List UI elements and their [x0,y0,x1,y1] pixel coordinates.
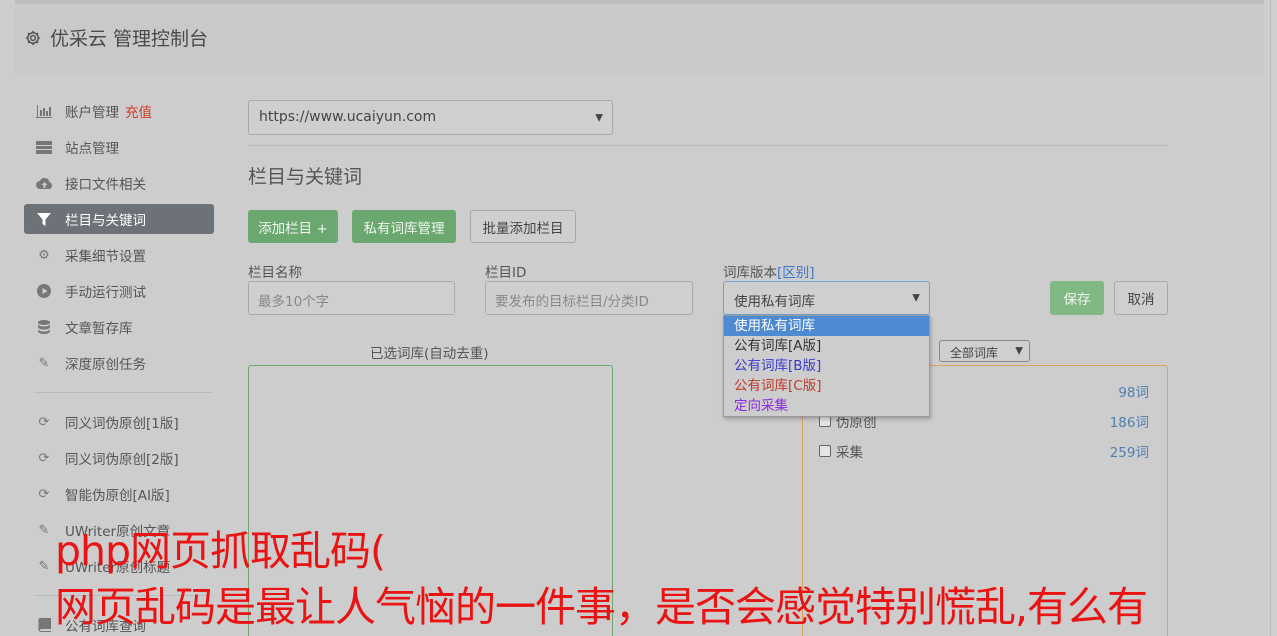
lib-count: 259词 [1109,445,1149,461]
database-icon [35,320,53,334]
difference-link[interactable]: [区别] [777,265,815,281]
sidebar-item-label: 智能伪原创[AI版] [65,488,170,504]
sidebar-item-manual-run[interactable]: 手动运行测试 [24,276,214,306]
lib-count: 186词 [1109,415,1149,431]
lib-version-value: 使用私有词库 [734,294,815,310]
checkbox[interactable] [819,445,831,457]
sidebar-item-label: 深度原创任务 [65,357,146,373]
play-circle-icon [35,284,53,298]
sidebar-item-columns-keywords[interactable]: 栏目与关键词 [24,204,214,234]
sidebar-item-interface-files[interactable]: 接口文件相关 [24,168,214,198]
lib-version-text: 词库版本 [723,265,777,281]
refresh-icon: ⟳ [38,486,50,502]
lib-version-dropdown: 使用私有词库 公有词库[A版] 公有词库[B版] 公有词库[C版] 定向采集 [723,315,930,417]
recharge-link[interactable]: 充值 [125,101,152,121]
sidebar-item-label: 接口文件相关 [65,177,146,193]
lib-name: 采集 [836,445,863,461]
site-select[interactable]: https://www.ucaiyun.com ▼ [248,100,613,135]
sidebar-item-collect-settings[interactable]: ⚙ 采集细节设置 [24,240,214,270]
sidebar-item-label: 账户管理 [65,105,119,121]
lib-count: 98词 [1118,385,1149,401]
brand: 优采云 管理控制台 [24,24,208,51]
top-header: 优采云 管理控制台 [15,0,1264,75]
add-column-button[interactable]: 添加栏目 + [248,210,338,243]
bar-chart-icon [35,104,53,118]
list-item[interactable]: 采集 259词 [819,440,1149,462]
dropdown-option[interactable]: 使用私有词库 [724,316,929,336]
sidebar-item-label: 同义词伪原创[2版] [65,452,179,468]
selected-lib-label: 已选词库(自动去重) [370,346,489,362]
sidebar-item-article-storage[interactable]: 文章暂存库 [24,312,214,342]
sidebar-item-account[interactable]: 账户管理 充值 [24,96,214,126]
sidebar-item-sites[interactable]: 站点管理 [24,132,214,162]
column-name-label: 栏目名称 [248,265,302,281]
dropdown-option[interactable]: 定向采集 [724,396,929,416]
gear-icon [25,30,41,45]
refresh-icon: ⟳ [38,414,50,430]
column-id-label: 栏目ID [485,265,527,281]
divider [248,145,1168,146]
scrollbar[interactable] [1270,0,1277,636]
refresh-icon: ⟳ [38,450,50,466]
overlay-caption-line1: php网页抓取乱码( [55,527,386,575]
lib-filter-select[interactable]: 全部词库 ▼ [939,340,1030,362]
sidebar-item-synonym-v2[interactable]: ⟳ 同义词伪原创[2版] [24,443,214,473]
sidebar-item-label: 站点管理 [65,141,119,157]
cogs-icon: ⚙ [38,247,50,263]
lib-filter-value: 全部词库 [950,346,999,360]
site-select-value: https://www.ucaiyun.com [259,109,437,125]
sidebar-item-label: 同义词伪原创[1版] [65,416,179,432]
sidebar-divider [34,392,212,393]
overlay-caption-line2: 网页乱码是最让人气恼的一件事，是否会感觉特别慌乱,有么有 [55,583,1148,631]
cancel-button[interactable]: 取消 [1114,281,1168,315]
sidebar-item-synonym-v1[interactable]: ⟳ 同义词伪原创[1版] [24,407,214,437]
sidebar-item-ai-rewrite[interactable]: ⟳ 智能伪原创[AI版] [24,479,214,509]
book-icon [35,618,53,632]
sidebar-item-label: 采集细节设置 [65,249,146,265]
cloud-upload-icon [35,176,53,190]
dropdown-option[interactable]: 公有词库[B版] [724,356,929,376]
sidebar-item-deep-original[interactable]: ✎ 深度原创任务 [24,348,214,378]
save-button[interactable]: 保存 [1050,281,1104,315]
column-id-input[interactable]: 要发布的目标栏目/分类ID [485,281,693,315]
column-name-input[interactable]: 最多10个字 [248,281,455,315]
dropdown-option[interactable]: 公有词库[A版] [724,336,929,356]
server-icon [35,140,53,154]
private-lib-button[interactable]: 私有词库管理 [352,210,456,243]
lib-version-label: 词库版本[区别] [723,261,815,281]
sidebar-item-label: 手动运行测试 [65,285,146,301]
chevron-down-icon: ▼ [1015,345,1023,357]
dropdown-option[interactable]: 公有词库[C版] [724,376,929,396]
filter-icon [35,212,53,226]
edit-icon: ✎ [38,522,50,538]
sidebar-item-label: 文章暂存库 [65,321,133,337]
chevron-down-icon: ▼ [912,292,920,304]
lib-version-select[interactable]: 使用私有词库 ▼ [723,281,930,315]
app-title: 优采云 管理控制台 [50,28,209,50]
batch-add-button[interactable]: 批量添加栏目 [470,210,576,243]
page-title: 栏目与关键词 [248,166,363,188]
chevron-down-icon: ▼ [595,112,603,123]
edit-icon: ✎ [38,355,50,371]
sidebar-item-label: 栏目与关键词 [65,213,146,229]
edit-icon: ✎ [38,558,50,574]
